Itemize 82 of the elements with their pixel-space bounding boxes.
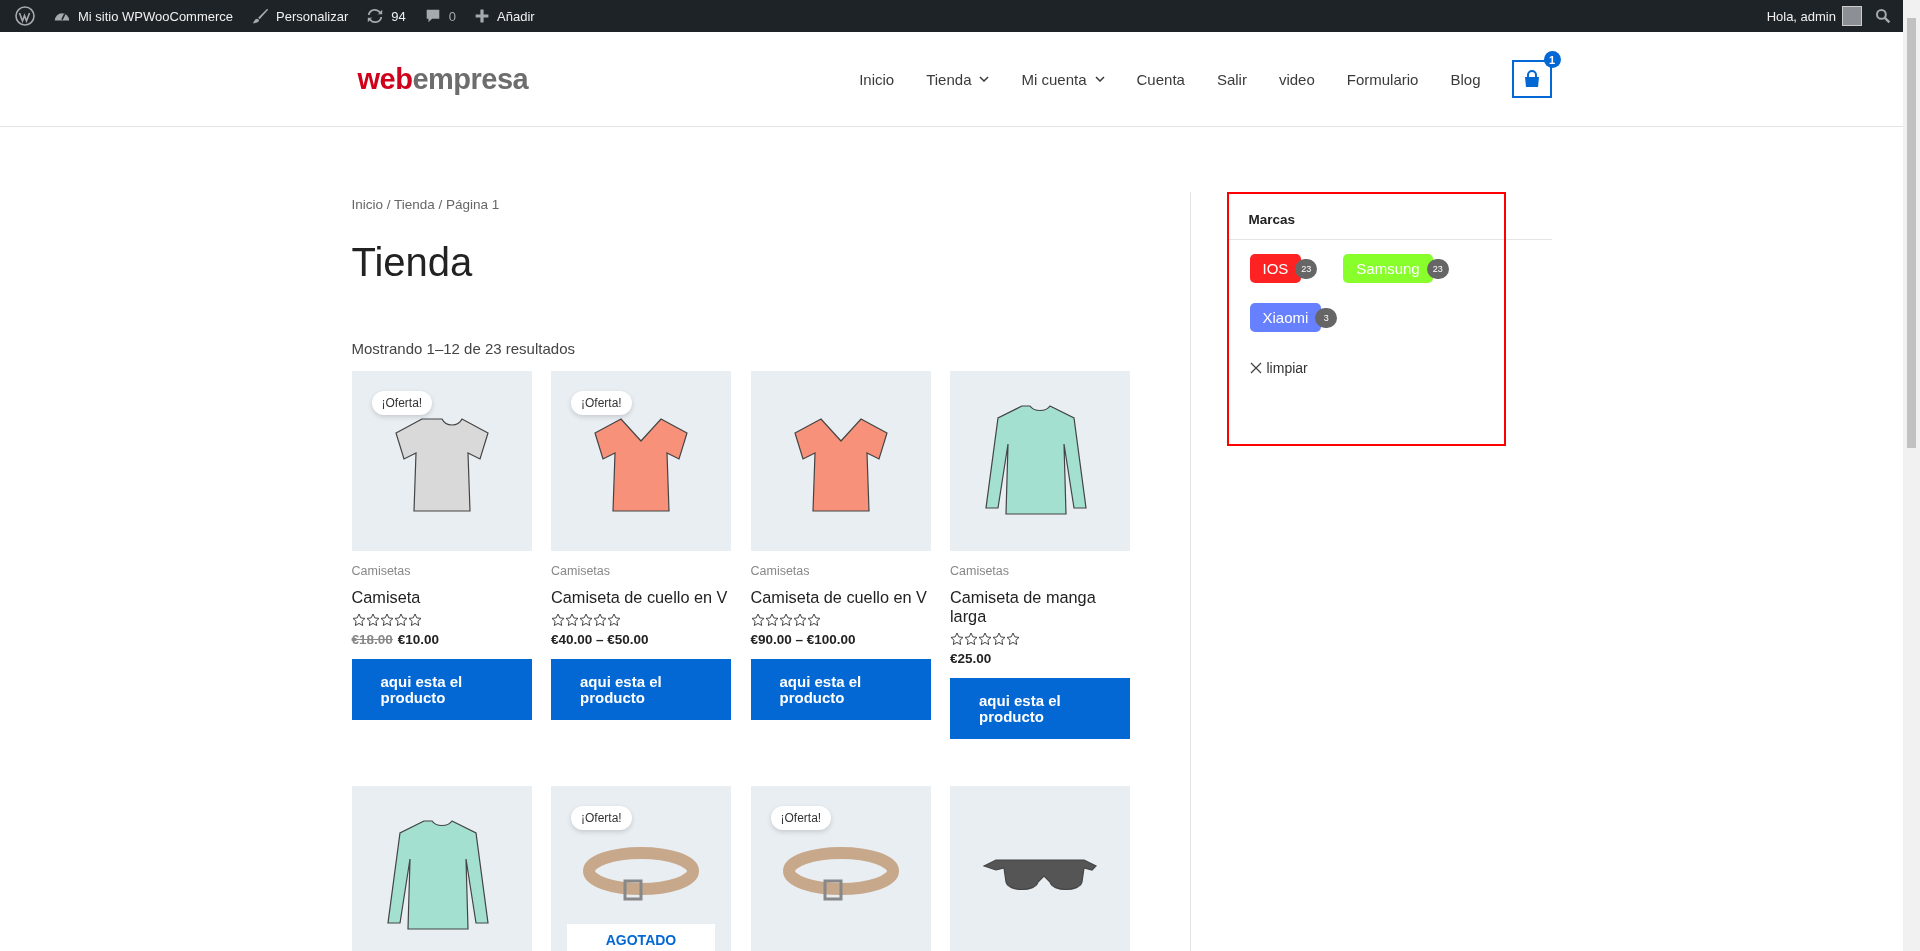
star-icon bbox=[551, 613, 565, 627]
brand-count: 23 bbox=[1295, 258, 1318, 279]
star-icon bbox=[379, 613, 394, 627]
star-icon bbox=[792, 613, 807, 627]
nav-link[interactable]: video bbox=[1262, 70, 1331, 88]
product-price: €40.00 – €50.00 bbox=[551, 632, 649, 647]
cart-count-badge: 1 bbox=[1543, 51, 1561, 68]
star-icon bbox=[607, 613, 621, 627]
star-icon bbox=[593, 613, 607, 627]
admin-bar-link[interactable]: Mi sitio WPWooCommerce bbox=[78, 8, 234, 24]
plus-icon[interactable] bbox=[474, 8, 491, 24]
product-image[interactable]: ¡Oferta! bbox=[351, 371, 532, 551]
result-count: Mostrando 1–12 de 23 resultados bbox=[351, 340, 576, 357]
product-image[interactable] bbox=[950, 786, 1130, 951]
product-category[interactable]: Camisetas bbox=[950, 564, 1130, 578]
wordpress-logo-icon[interactable] bbox=[15, 6, 35, 26]
product-image[interactable]: ¡Oferta! AGOTADO bbox=[551, 786, 731, 951]
caret-icon bbox=[979, 76, 990, 82]
comments-count[interactable]: 0 bbox=[448, 8, 457, 24]
nav-link[interactable]: Inicio bbox=[843, 70, 911, 88]
nav-link[interactable]: Blog bbox=[1434, 70, 1497, 88]
out-of-stock-label: AGOTADO bbox=[567, 924, 715, 951]
close-icon bbox=[1249, 362, 1262, 374]
star-icon bbox=[992, 632, 1006, 646]
sale-badge: ¡Oferta! bbox=[371, 391, 433, 415]
star-icon bbox=[964, 632, 978, 646]
sale-badge: ¡Oferta! bbox=[571, 391, 632, 415]
sale-badge: ¡Oferta! bbox=[770, 806, 832, 830]
star-icon bbox=[579, 613, 593, 627]
breadcrumb: Inicio / Tienda / Página 1 bbox=[351, 197, 501, 212]
star-icon bbox=[778, 613, 793, 627]
shopping-bag-icon bbox=[1522, 70, 1541, 88]
product-title[interactable]: Camiseta bbox=[351, 588, 532, 607]
refresh-icon[interactable] bbox=[366, 7, 385, 25]
star-icon bbox=[806, 613, 821, 627]
webempresa-logo[interactable]: webempresa bbox=[357, 62, 529, 96]
view-product-button[interactable]: aqui esta el producto bbox=[750, 659, 931, 720]
product-title[interactable]: Camiseta de cuello en V bbox=[750, 588, 931, 607]
nav-link[interactable]: Tienda bbox=[910, 70, 1006, 88]
product-category[interactable]: Camisetas bbox=[551, 564, 731, 578]
star-icon bbox=[407, 613, 422, 627]
caret-icon bbox=[1094, 76, 1105, 82]
widget-title: Marcas bbox=[1226, 212, 1552, 240]
brand-tag[interactable]: IOS bbox=[1249, 254, 1302, 283]
star-icon bbox=[978, 632, 992, 646]
nav-link[interactable]: Cuenta bbox=[1120, 70, 1201, 88]
product-price: €90.00 – €100.00 bbox=[750, 632, 856, 647]
product-image[interactable]: ¡Oferta! bbox=[551, 371, 731, 551]
product-price: €25.00 bbox=[950, 651, 992, 666]
product-price: €10.00 bbox=[397, 632, 440, 647]
star-icon bbox=[393, 613, 408, 627]
star-icon bbox=[764, 613, 779, 627]
product-image[interactable] bbox=[351, 786, 532, 951]
view-product-button[interactable]: aqui esta el producto bbox=[551, 659, 731, 720]
page-title: Tienda bbox=[351, 240, 474, 285]
nav-link[interactable]: Mi cuenta bbox=[1005, 70, 1121, 88]
product-category[interactable]: Camisetas bbox=[351, 564, 532, 578]
view-product-button[interactable]: aqui esta el producto bbox=[950, 678, 1130, 739]
view-product-button[interactable]: aqui esta el producto bbox=[351, 659, 532, 720]
nav-link[interactable]: Formulario bbox=[1330, 70, 1435, 88]
product-title[interactable]: Camiseta de manga larga bbox=[950, 588, 1130, 626]
star-icon bbox=[1006, 632, 1020, 646]
sale-badge: ¡Oferta! bbox=[571, 806, 632, 830]
product-category[interactable]: Camisetas bbox=[750, 564, 931, 578]
admin-bar-link[interactable]: Añadir bbox=[497, 8, 535, 24]
clear-filter-link[interactable]: limpiar bbox=[1249, 360, 1308, 376]
scrollbar[interactable] bbox=[1903, 0, 1920, 951]
nav-link[interactable]: Salir bbox=[1200, 70, 1263, 88]
star-icon bbox=[351, 613, 366, 627]
product-image[interactable]: ¡Oferta! bbox=[750, 786, 931, 951]
updates-count[interactable]: 94 bbox=[391, 8, 406, 24]
product-title[interactable]: Camiseta de cuello en V bbox=[551, 588, 731, 607]
brand-count: 3 bbox=[1315, 307, 1338, 328]
star-icon bbox=[750, 613, 765, 627]
star-icon bbox=[365, 613, 380, 627]
admin-bar-link[interactable]: Personalizar bbox=[276, 8, 349, 24]
brush-icon[interactable] bbox=[251, 7, 270, 25]
old-price: €18.00 bbox=[351, 632, 393, 647]
product-image[interactable] bbox=[950, 371, 1130, 551]
greeting-link[interactable]: Hola, admin bbox=[1766, 8, 1836, 24]
star-icon bbox=[950, 632, 964, 646]
star-icon bbox=[565, 613, 579, 627]
